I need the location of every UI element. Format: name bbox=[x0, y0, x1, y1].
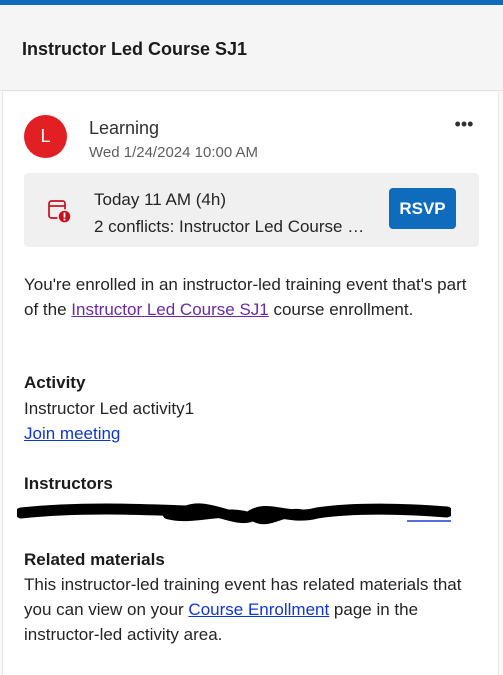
join-meeting-link[interactable]: Join meeting bbox=[24, 424, 120, 443]
rsvp-button[interactable]: RSVP bbox=[389, 188, 456, 229]
sender-avatar[interactable]: L bbox=[24, 115, 67, 158]
email-subject: Instructor Led Course SJ1 bbox=[22, 39, 248, 59]
intro-paragraph: You're enrolled in an instructor-led tra… bbox=[24, 272, 484, 322]
event-summary: Today 11 AM (4h) 2 conflicts: Instructor… bbox=[24, 173, 479, 247]
redaction-scribble bbox=[17, 503, 451, 525]
message-timestamp: Wed 1/24/2024 10:00 AM bbox=[89, 144, 259, 161]
message-card: L Learning Wed 1/24/2024 10:00 AM ••• To… bbox=[2, 92, 499, 675]
event-time: Today 11 AM (4h) bbox=[94, 190, 226, 209]
activity-heading: Activity bbox=[24, 373, 86, 392]
course-enrollment-link[interactable]: Course Enrollment bbox=[188, 600, 329, 619]
calendar-conflict-icon bbox=[48, 200, 72, 224]
reading-pane-header: Instructor Led Course SJ1 bbox=[0, 5, 503, 91]
intro-text-end: course enrollment. bbox=[268, 300, 414, 319]
related-materials-heading: Related materials bbox=[24, 550, 165, 569]
instructors-heading: Instructors bbox=[24, 474, 113, 493]
more-actions-icon[interactable]: ••• bbox=[452, 114, 476, 134]
event-conflicts[interactable]: 2 conflicts: Instructor Led Course SJ1 bbox=[94, 217, 374, 237]
activity-name: Instructor Led activity1 bbox=[24, 399, 195, 418]
related-materials-paragraph: This instructor-led training event has r… bbox=[24, 572, 484, 647]
course-link[interactable]: Instructor Led Course SJ1 bbox=[71, 300, 268, 319]
sender-name[interactable]: Learning bbox=[89, 118, 159, 139]
